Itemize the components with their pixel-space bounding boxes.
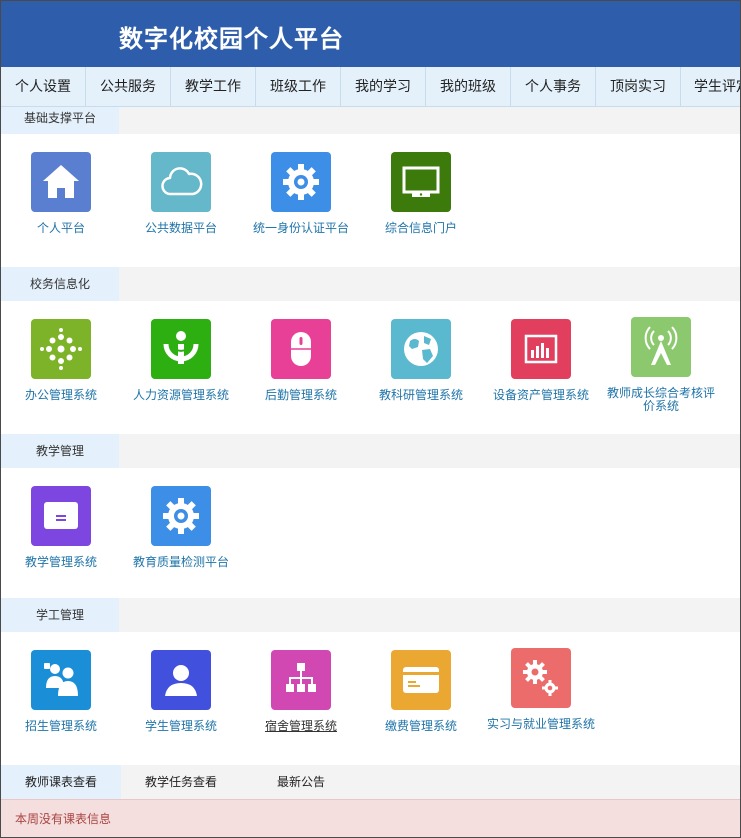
tab-teacher-schedule[interactable]: 教师课表查看 [1,765,121,799]
section-header-student-affairs: 学工管理 [1,598,740,632]
app-label: 学生管理系统 [144,719,217,733]
app-label: 综合信息门户 [384,221,457,235]
app-label: 教师成长综合考核评价系统 [606,386,715,413]
bar-chart-icon [511,319,571,379]
app-label: 办公管理系统 [24,388,97,402]
envelope-icon [31,486,91,546]
app-label: 招生管理系统 [24,719,97,733]
home-icon [31,152,91,212]
nav-item-internship[interactable]: 顶岗实习 [596,67,681,106]
app-label: 宿舍管理系统 [264,719,337,733]
app-label: 教学管理系统 [24,555,97,569]
nav-item-public-service[interactable]: 公共服务 [86,67,171,106]
app-label: 后勤管理系统 [264,388,337,402]
card-icon [391,650,451,710]
gears-icon [511,648,571,708]
app-label: 设备资产管理系统 [492,388,589,402]
section-title: 基础支撑平台 [1,107,119,134]
schedule-notice: 本周没有课表信息 [1,799,740,837]
users-icon [31,650,91,710]
nav-item-teaching-work[interactable]: 教学工作 [171,67,256,106]
app-label: 实习与就业管理系统 [486,717,595,731]
app-label: 公共数据平台 [144,221,217,235]
mouse-icon [271,319,331,379]
org-chart-icon [271,650,331,710]
header: 数字化校园个人平台 [1,1,740,67]
app-label: 教育质量检测平台 [132,555,229,569]
monitor-icon [391,152,451,212]
section-header-teaching-management: 教学管理 [1,434,740,468]
app-label: 人力资源管理系统 [132,388,229,402]
app-label: 统一身份认证平台 [252,221,349,235]
nav-item-my-class[interactable]: 我的班级 [426,67,511,106]
nav-item-my-study[interactable]: 我的学习 [341,67,426,106]
globe-icon [391,319,451,379]
section-header-school-affairs: 校务信息化 [1,267,740,301]
bottom-tab-bar: 教师课表查看 教学任务查看 最新公告 [1,765,740,799]
tab-latest-announcements[interactable]: 最新公告 [241,765,361,799]
nav-item-class-work[interactable]: 班级工作 [256,67,341,106]
section-header-infrastructure: 基础支撑平台 [1,107,740,134]
user-icon [151,650,211,710]
page-title: 数字化校园个人平台 [119,25,344,53]
section-title: 校务信息化 [1,267,119,301]
app-label: 教科研管理系统 [378,388,463,402]
wikimedia-icon [151,319,211,379]
nav-item-student-evaluation[interactable]: 学生评定 [681,67,740,106]
gear-icon [151,486,211,546]
section-title: 教学管理 [1,434,119,468]
gear-icon [271,152,331,212]
tab-teaching-tasks[interactable]: 教学任务查看 [121,765,241,799]
antenna-icon [631,317,691,377]
app-label: 个人平台 [36,221,85,235]
cloud-icon [151,152,211,212]
dots-cluster-icon [31,319,91,379]
nav-item-personal-affairs[interactable]: 个人事务 [511,67,596,106]
app-label: 缴费管理系统 [384,719,457,733]
nav-item-personal-settings[interactable]: 个人设置 [1,67,86,106]
section-title: 学工管理 [1,598,119,632]
top-nav: 个人设置 公共服务 教学工作 班级工作 我的学习 我的班级 个人事务 顶岗实习 … [1,67,740,107]
page-frame: 数字化校园个人平台 个人设置 公共服务 教学工作 班级工作 我的学习 我的班级 … [0,0,741,838]
